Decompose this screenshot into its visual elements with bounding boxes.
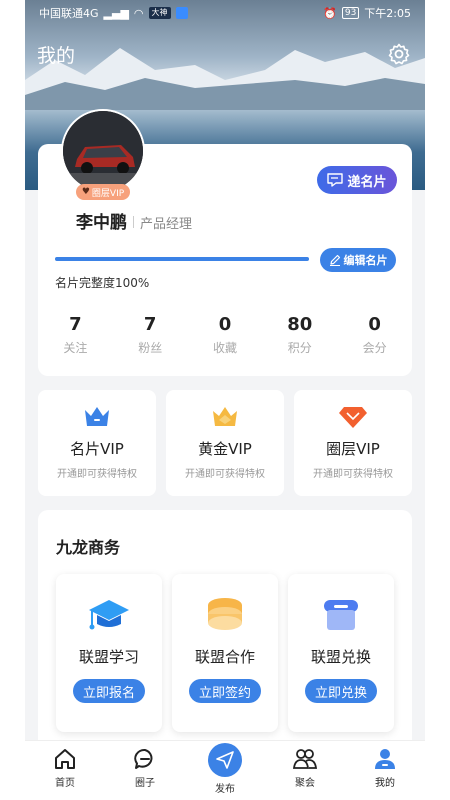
- profile-card: ♥ 圈层VIP 递名片 李中鹏 产品经理 编辑名片 名片完整度100% 7 关注…: [38, 109, 412, 376]
- app-badge: 大神: [148, 7, 171, 19]
- vip-tag-label: 圈层VIP: [91, 188, 125, 199]
- wifi-icon: ◠: [133, 6, 144, 20]
- edit-card-button[interactable]: 编辑名片: [320, 248, 396, 272]
- send-card-label: 递名片: [347, 174, 387, 190]
- gold-crown-icon: [213, 407, 237, 426]
- home-icon: [55, 749, 75, 769]
- card-icon: [327, 173, 344, 187]
- nav-publish[interactable]: 发布: [185, 741, 265, 800]
- title-bar: 我的: [37, 40, 411, 68]
- nav-label: 圈子: [135, 778, 155, 789]
- stats-row: 7 关注 7 粉丝 0 收藏 80 积分 0 会分: [38, 314, 412, 356]
- nav-label: 发布: [215, 784, 235, 795]
- alarm-icon: ⏰: [323, 6, 337, 20]
- user-icon: [375, 749, 395, 769]
- vip-card-title: 名片VIP: [70, 440, 124, 458]
- completeness-progress-fill: [55, 257, 309, 261]
- stat-label: 关注: [63, 341, 88, 355]
- user-name: 李中鹏: [76, 213, 127, 233]
- car-photo: [63, 111, 143, 191]
- vip-card-desc: 开通即可获得特权: [185, 469, 265, 480]
- stat-value: 0: [368, 314, 381, 335]
- shop-icon: [324, 600, 358, 630]
- status-bar: 中国联通4G ▂▄▆ ◠ 大神 ⏰ 93 下午2:05: [25, 0, 425, 26]
- business-cards-row: 联盟学习 立即报名 联盟合作 立即签约 联盟兑换 立即兑换: [56, 574, 394, 732]
- nav-gathering[interactable]: 聚会: [265, 741, 345, 800]
- completeness-text: 名片完整度100%: [55, 276, 150, 290]
- bottom-navigation: 首页 圈子 发布 聚会 我的: [25, 740, 425, 800]
- stat-value: 7: [143, 314, 157, 335]
- chat-bubble-icon: [134, 748, 153, 769]
- business-card-title: 联盟合作: [194, 648, 255, 666]
- pencil-icon: [329, 254, 340, 266]
- publish-button[interactable]: [208, 743, 242, 777]
- business-card-title: 联盟学习: [78, 648, 139, 666]
- page-title: 我的: [37, 44, 76, 67]
- send-icon: [216, 751, 234, 769]
- stat-favorites[interactable]: 0 收藏: [188, 314, 263, 356]
- business-card-learning[interactable]: 联盟学习 立即报名: [56, 574, 162, 732]
- business-card-title: 联盟兑换: [310, 648, 371, 666]
- stat-membership-points[interactable]: 0 会分: [337, 314, 412, 356]
- business-section: 九龙商务 联盟学习 立即报名 联盟合作 立即签约 联盟兑换 立即兑换: [38, 510, 412, 750]
- stat-value: 80: [287, 314, 313, 335]
- user-job-title: 产品经理: [140, 217, 193, 232]
- vip-card-gold[interactable]: 黄金VIP 开通即可获得特权: [166, 390, 284, 496]
- stat-label: 积分: [287, 341, 312, 355]
- vip-card-title: 圈层VIP: [326, 440, 380, 458]
- stat-label: 粉丝: [138, 341, 163, 355]
- blue-crown-icon: [85, 407, 109, 426]
- nav-circle[interactable]: 圈子: [105, 741, 185, 800]
- stat-value: 0: [218, 314, 232, 335]
- battery-level: 93: [341, 7, 360, 19]
- diamond-icon: [339, 407, 367, 428]
- completeness-progress-bar: [55, 257, 309, 261]
- business-card-cooperation[interactable]: 联盟合作 立即签约: [172, 574, 278, 732]
- graduation-cap-icon: [89, 600, 129, 630]
- page: 中国联通4G ▂▄▆ ◠ 大神 ⏰ 93 下午2:05 我的 ♥ 圈层VIP 递…: [25, 0, 425, 800]
- divider: [133, 216, 134, 228]
- signal-icon: ▂▄▆: [103, 6, 129, 20]
- send-card-button[interactable]: 递名片: [317, 166, 397, 194]
- edit-card-label: 编辑名片: [343, 254, 388, 267]
- heart-icon: ♥: [81, 187, 90, 197]
- signup-button[interactable]: 立即报名: [73, 679, 145, 703]
- carrier-text: 中国联通4G: [39, 7, 99, 20]
- business-section-title: 九龙商务: [56, 538, 121, 557]
- nav-label: 首页: [55, 778, 75, 789]
- vip-card-desc: 开通即可获得特权: [57, 469, 137, 480]
- shield-icon: [175, 7, 188, 19]
- nav-label: 我的: [375, 778, 395, 789]
- vip-cards-row: 名片VIP 开通即可获得特权 黄金VIP 开通即可获得特权 圈层VIP 开通即可…: [38, 390, 412, 496]
- sign-contract-button[interactable]: 立即签约: [189, 679, 261, 703]
- settings-gear-icon[interactable]: [387, 42, 411, 66]
- stat-points[interactable]: 80 积分: [262, 314, 337, 356]
- vip-card-circle[interactable]: 圈层VIP 开通即可获得特权: [294, 390, 412, 496]
- avatar[interactable]: [61, 109, 145, 193]
- vip-level-tag: ♥ 圈层VIP: [76, 184, 130, 200]
- exchange-button[interactable]: 立即兑换: [305, 679, 377, 703]
- nav-label: 聚会: [295, 778, 315, 789]
- vip-card-desc: 开通即可获得特权: [313, 469, 393, 480]
- stat-label: 收藏: [212, 341, 237, 355]
- nav-home[interactable]: 首页: [25, 741, 105, 800]
- stat-label: 会分: [362, 341, 387, 355]
- coin-stack-icon: [208, 598, 242, 630]
- status-time: 下午2:05: [364, 7, 411, 20]
- business-card-exchange[interactable]: 联盟兑换 立即兑换: [288, 574, 394, 732]
- nav-mine[interactable]: 我的: [345, 741, 425, 800]
- group-icon: [292, 749, 318, 769]
- stat-fans[interactable]: 7 粉丝: [113, 314, 188, 356]
- stat-follow[interactable]: 7 关注: [38, 314, 113, 356]
- vip-card-title: 黄金VIP: [198, 440, 252, 458]
- vip-card-name-card[interactable]: 名片VIP 开通即可获得特权: [38, 390, 156, 496]
- stat-value: 7: [69, 314, 82, 335]
- name-row: 李中鹏 产品经理: [76, 208, 192, 233]
